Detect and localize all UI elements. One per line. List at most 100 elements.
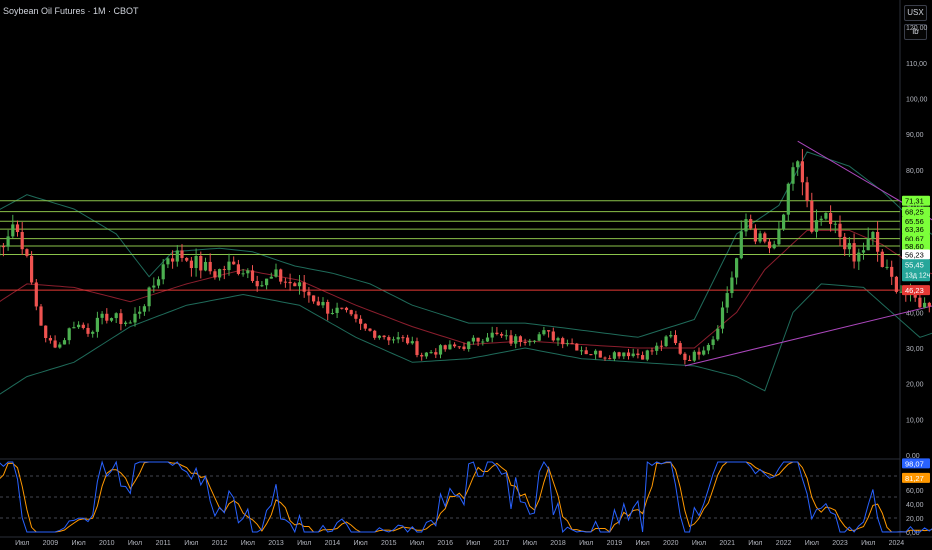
candle-body (861, 250, 866, 253)
candle-body (551, 331, 555, 341)
candle-body (753, 228, 757, 242)
candle-body (702, 350, 706, 355)
candle-body (744, 219, 748, 232)
candle-body (222, 269, 226, 271)
candle-body (570, 343, 574, 345)
x-tick-label: Июл (748, 540, 762, 547)
candle-body (641, 355, 645, 360)
candle-body (67, 328, 71, 341)
candle-body (420, 355, 424, 357)
x-tick-label: 2020 (663, 540, 679, 547)
x-tick-label: Июл (579, 540, 593, 547)
candle-body (866, 238, 870, 251)
candle-body (62, 340, 67, 345)
candle-body (650, 350, 654, 352)
candle-body (25, 249, 29, 256)
candle-body (109, 318, 114, 321)
x-tick-label: 2014 (325, 540, 341, 547)
candle-body (575, 343, 579, 351)
candle-body (330, 312, 334, 314)
candle-body (6, 236, 10, 247)
candle-body (777, 229, 781, 245)
candle-body (448, 344, 452, 350)
x-tick-label: Июл (523, 540, 537, 547)
candle-body (697, 351, 701, 355)
candle-body (100, 313, 104, 318)
candle-body (683, 353, 687, 360)
candle-body (91, 331, 95, 334)
candle-body (786, 183, 790, 215)
y-tick-label: 110,00 (906, 61, 927, 68)
candle-body (15, 224, 20, 233)
stochastic-d-value: 81,27 (905, 474, 924, 483)
candle-body (617, 352, 621, 357)
y-tick-label: 120,00 (906, 25, 928, 32)
stochastic-k-value: 98,07 (905, 459, 924, 468)
y-tick-label: 90,00 (906, 132, 924, 139)
candle-body (72, 327, 76, 329)
candle-body (142, 306, 146, 312)
candle-body (471, 337, 475, 342)
countdown-label: 13д 12ч (905, 272, 931, 279)
candle-body (260, 285, 264, 287)
candle-body (598, 350, 602, 358)
x-tick-label: Июл (410, 540, 424, 547)
bollinger-lower (0, 283, 932, 395)
candle-body (626, 352, 631, 357)
candle-body (288, 281, 292, 284)
current-price-label: 55,45 (905, 260, 924, 269)
candle-body (185, 257, 189, 261)
candle-body (354, 314, 358, 319)
candle-body (495, 332, 499, 335)
candle-body (194, 255, 198, 269)
candle-body (138, 311, 142, 314)
candle-body (208, 261, 212, 272)
moving-average-line (0, 229, 932, 349)
candle-body (476, 337, 480, 342)
candle-body (720, 307, 725, 329)
candle-body (612, 352, 616, 359)
level-price-label: 63,36 (905, 225, 924, 234)
candle-body (631, 353, 635, 357)
x-tick-label: Июл (241, 540, 255, 547)
x-tick-label: 2023 (832, 540, 848, 547)
candle-body (335, 307, 339, 313)
candle-body (391, 339, 396, 341)
candle-body (763, 233, 767, 242)
candle-body (269, 276, 273, 279)
candle-body (678, 343, 682, 354)
x-tick-label: Июл (861, 540, 875, 547)
candle-body (133, 313, 137, 323)
candle-body (1, 246, 5, 248)
candle-body (279, 269, 283, 282)
y-tick-label: 20,00 (906, 382, 924, 389)
candle-body (147, 287, 151, 307)
candle-body (241, 273, 245, 275)
candle-body (664, 336, 668, 347)
level-price-label: 71,31 (905, 197, 924, 206)
candle-body (161, 264, 165, 280)
candle-body (462, 346, 466, 350)
candle-body (434, 352, 438, 355)
candle-body (283, 281, 287, 283)
candle-body (368, 328, 372, 331)
x-tick-label: Июл (692, 540, 706, 547)
candle-body (265, 278, 269, 286)
candle-body (711, 339, 715, 345)
candle-body (561, 338, 565, 345)
x-tick-label: 2018 (550, 540, 566, 547)
candle-body (443, 345, 447, 350)
candle-body (373, 330, 377, 338)
candle-body (438, 345, 443, 355)
x-tick-label: 2017 (494, 540, 510, 547)
price-chart[interactable]: 120,00110,00100,0090,0080,0070,0060,0050… (0, 0, 932, 550)
candle-body (749, 219, 753, 229)
candle-body (453, 344, 457, 347)
candle-body (11, 224, 15, 237)
candle-body (156, 279, 161, 286)
candle-body (772, 244, 776, 249)
candle-body (171, 258, 175, 262)
candle-body (213, 271, 217, 278)
candle-body (114, 313, 118, 319)
candle-body (894, 276, 898, 292)
